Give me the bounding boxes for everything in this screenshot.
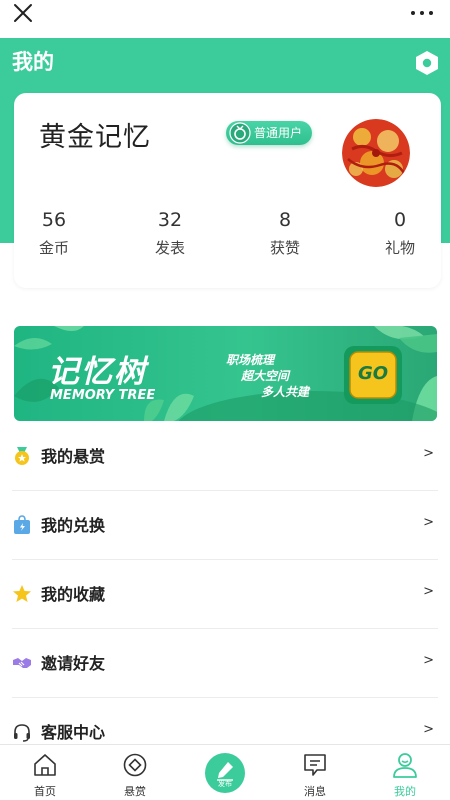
page-title: 我的: [12, 50, 54, 74]
close-icon[interactable]: [12, 2, 34, 24]
avatar[interactable]: [342, 119, 410, 187]
stat-posts[interactable]: 32 发表: [130, 209, 210, 258]
menu-item-my-favorites[interactable]: 我的收藏 >: [12, 560, 438, 629]
badge-icon: [229, 122, 251, 144]
user-icon: [393, 753, 417, 778]
stat-label: 礼物: [384, 239, 415, 257]
menu-item-label: 客服中心: [41, 723, 106, 742]
handshake-icon: [13, 658, 31, 668]
stat-value: 56: [41, 209, 67, 231]
tab-messages[interactable]: 消息: [270, 745, 360, 800]
home-icon: [34, 754, 56, 776]
user-level-badge[interactable]: 普通用户: [226, 121, 313, 145]
bounty-icon: [123, 753, 147, 777]
stat-gifts[interactable]: 0 礼物: [360, 209, 440, 258]
tab-label: 我的: [394, 785, 416, 798]
stat-value: 32: [157, 209, 183, 231]
banner-tag: 职场梳理: [226, 353, 275, 367]
settings-icon[interactable]: [414, 50, 440, 76]
stat-label: 获赞: [269, 239, 300, 257]
chevron-right-icon: >: [423, 584, 434, 599]
tab-label: 消息: [304, 785, 326, 798]
banner-tag: 多人共建: [261, 385, 310, 399]
stat-likes[interactable]: 8 获赞: [245, 209, 325, 258]
medal-icon: [15, 447, 29, 465]
stat-coins[interactable]: 56 金币: [14, 209, 94, 258]
chevron-right-icon: >: [423, 446, 434, 461]
tab-bounty[interactable]: 悬赏: [90, 745, 180, 800]
menu-item-invite-friends[interactable]: 邀请好友 >: [12, 629, 438, 698]
top-bar: [0, 0, 450, 38]
menu-item-label: 邀请好友: [41, 654, 106, 673]
username: 黄金记忆: [39, 122, 151, 153]
chevron-right-icon: >: [423, 722, 434, 737]
menu-item-label: 我的收藏: [41, 585, 106, 604]
menu-item-my-bounty[interactable]: 我的悬赏 >: [12, 422, 438, 491]
banner-title: 记忆树: [48, 354, 147, 390]
stat-value: 8: [278, 209, 292, 231]
chevron-right-icon: >: [423, 515, 434, 530]
menu-item-label: 我的悬赏: [41, 447, 106, 466]
banner-subtitle: MEMORY TREE: [50, 388, 156, 403]
stat-label: 金币: [38, 239, 69, 257]
banner-tag: 超大空间: [241, 369, 290, 383]
chevron-right-icon: >: [423, 653, 434, 668]
exchange-bag-icon: [14, 515, 30, 534]
tab-profile[interactable]: 我的: [360, 745, 450, 800]
menu-item-my-exchange[interactable]: 我的兑换 >: [12, 491, 438, 560]
badge-label: 普通用户: [254, 126, 303, 140]
menu-list: 我的悬赏 > 我的兑换 > 我的收藏 > 邀请好友 > 客服中心 >: [0, 422, 450, 767]
stat-label: 发表: [154, 239, 185, 257]
tab-home[interactable]: 首页: [0, 745, 90, 800]
publish-button[interactable]: 发布: [205, 753, 245, 793]
more-icon[interactable]: [410, 8, 434, 18]
tab-label: 悬赏: [124, 785, 146, 798]
headset-icon: [14, 724, 30, 742]
stat-value: 0: [393, 209, 407, 231]
profile-card: 黄金记忆 普通用户 56 金币 32 发表 8 获赞 0 礼物: [14, 93, 441, 288]
tab-label: 首页: [34, 785, 56, 798]
memory-tree-banner[interactable]: 记忆树 MEMORY TREE 职场梳理 超大空间 多人共建 GO: [14, 326, 437, 421]
star-icon: [13, 585, 31, 602]
banner-go-button[interactable]: GO: [350, 363, 396, 384]
message-icon: [304, 754, 326, 776]
menu-item-label: 我的兑换: [41, 516, 106, 535]
publish-label: 发布: [218, 780, 232, 788]
profile-stats: 56 金币 32 发表 8 获赞 0 礼物: [14, 209, 441, 269]
